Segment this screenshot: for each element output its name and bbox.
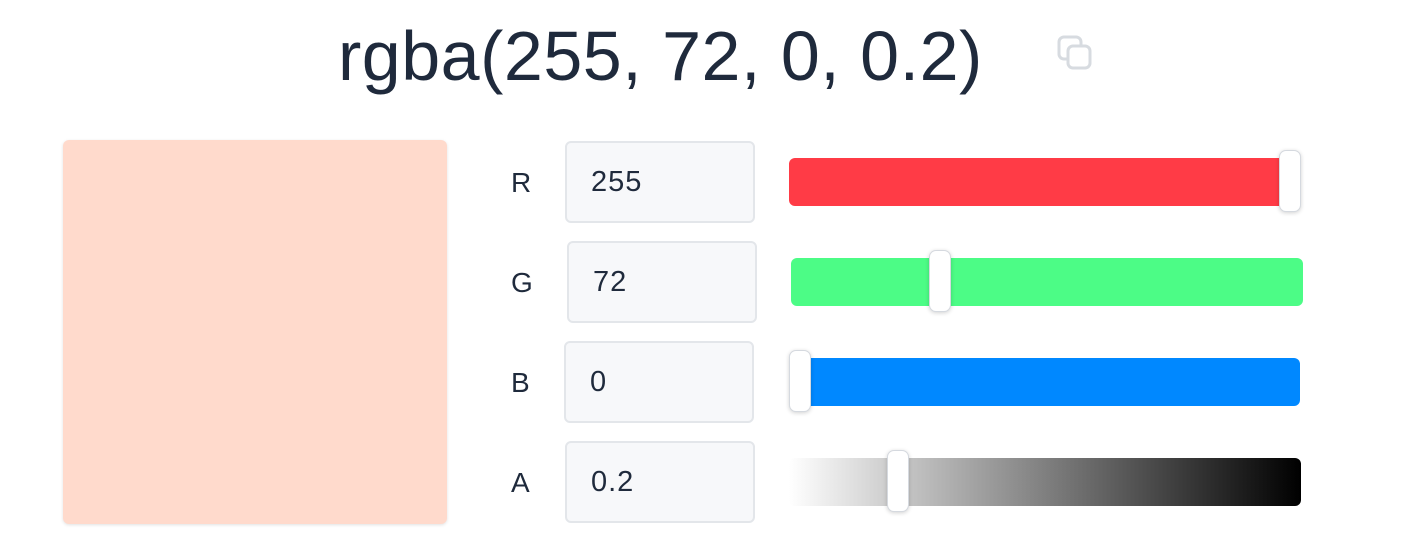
channel-label-b: B	[511, 367, 530, 398]
slider-thumb-r[interactable]	[1279, 150, 1301, 212]
channel-input-b[interactable]	[564, 341, 754, 423]
copy-button[interactable]	[1056, 34, 1096, 74]
header: rgba(255, 72, 0, 0.2)	[0, 14, 1414, 104]
channel-row-a: A	[0, 441, 1414, 525]
slider-thumb-a[interactable]	[887, 450, 909, 512]
slider-track-g[interactable]	[791, 250, 1303, 312]
color-string-title: rgba(255, 72, 0, 0.2)	[338, 17, 983, 95]
slider-track-a[interactable]	[789, 450, 1301, 512]
color-picker: rgba(255, 72, 0, 0.2) R G B A	[0, 0, 1414, 554]
channel-input-a[interactable]	[565, 441, 755, 523]
slider-thumb-b[interactable]	[789, 350, 811, 412]
channel-input-g[interactable]	[567, 241, 757, 323]
slider-thumb-g[interactable]	[929, 250, 951, 312]
copy-icon	[1057, 35, 1092, 70]
slider-track-r[interactable]	[789, 150, 1301, 212]
slider-track-b[interactable]	[789, 350, 1300, 412]
channel-label-g: G	[511, 267, 533, 298]
channel-row-b: B	[0, 341, 1414, 425]
channel-label-a: A	[511, 467, 530, 498]
channel-row-g: G	[0, 241, 1414, 325]
channel-row-r: R	[0, 141, 1414, 225]
channel-label-r: R	[511, 167, 532, 198]
channel-input-r[interactable]	[565, 141, 755, 223]
